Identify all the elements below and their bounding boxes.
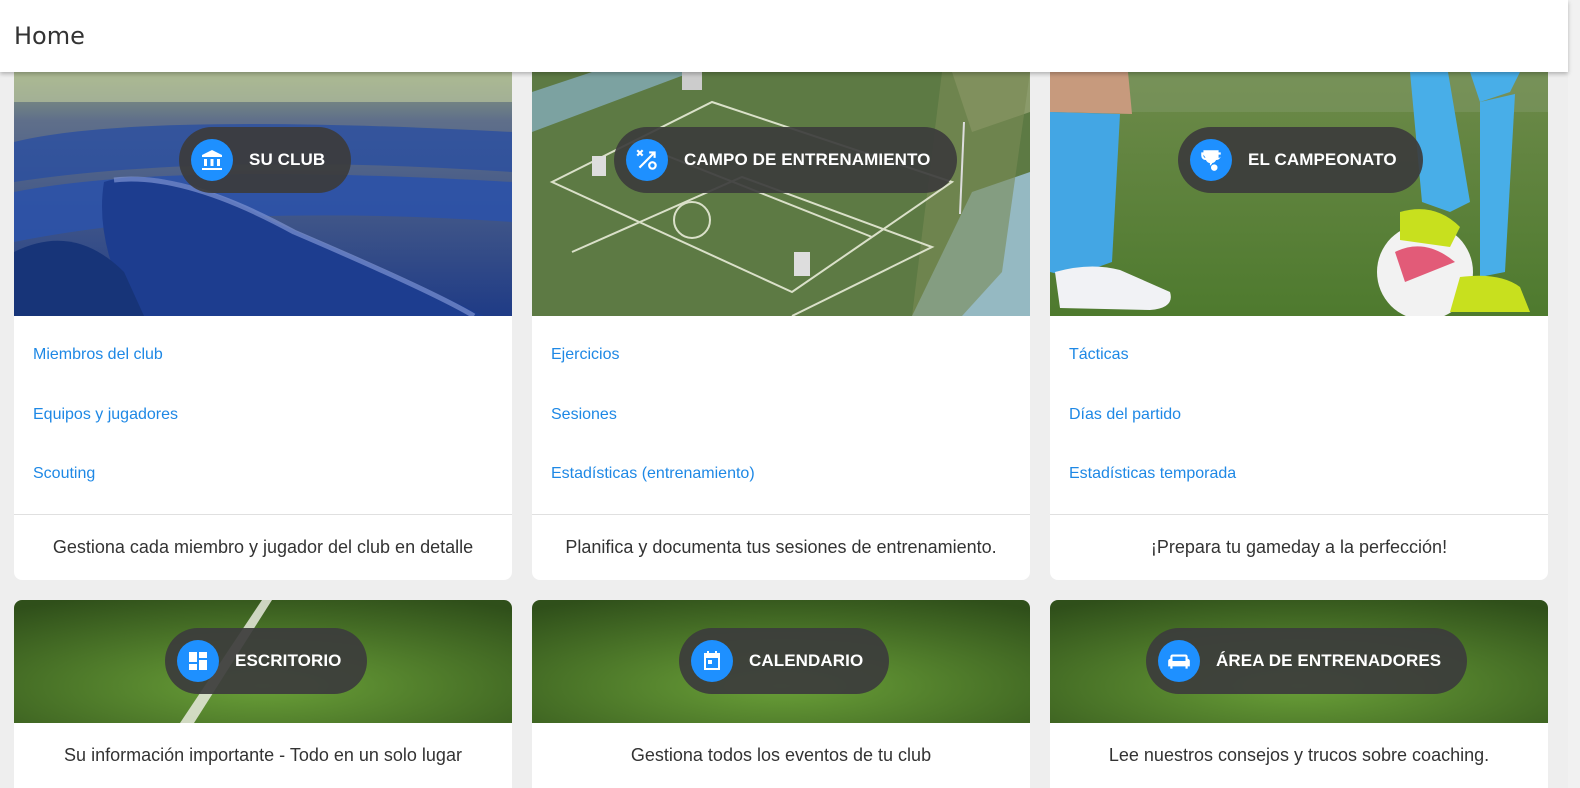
card-banner[interactable]: CALENDARIO: [532, 600, 1030, 723]
card-su-club: SU CLUB Miembros del club Equipos y juga…: [14, 72, 512, 580]
page-scrollbar[interactable]: [1568, 0, 1580, 788]
card-description: Planifica y documenta tus sesiones de en…: [565, 536, 997, 557]
link-estadisticas-entrenamiento[interactable]: Estadísticas (entrenamiento): [551, 457, 1011, 517]
sofa-icon: [1158, 640, 1200, 682]
card-banner[interactable]: CAMPO DE ENTRENAMIENTO: [532, 72, 1030, 316]
card-area-de-entrenadores: ÁREA DE ENTRENADORES Lee nuestros consej…: [1050, 600, 1548, 788]
link-miembros-del-club[interactable]: Miembros del club: [33, 338, 493, 398]
tactics-icon: [626, 139, 668, 181]
card-banner[interactable]: EL CAMPEONATO: [1050, 72, 1548, 316]
card-banner[interactable]: ÁREA DE ENTRENADORES: [1050, 600, 1548, 723]
card-escritorio: ESCRITORIO Su información importante - T…: [14, 600, 512, 788]
card-banner[interactable]: SU CLUB: [14, 72, 512, 316]
card-title-pill[interactable]: ÁREA DE ENTRENADORES: [1146, 628, 1468, 694]
link-tacticas[interactable]: Tácticas: [1069, 338, 1529, 398]
card-calendario: CALENDARIO Gestiona todos los eventos de…: [532, 600, 1030, 788]
card-links: Ejercicios Sesiones Estadísticas (entren…: [532, 316, 1030, 515]
card-title-pill[interactable]: ESCRITORIO: [165, 628, 368, 694]
card-description: Su información importante - Todo en un s…: [64, 744, 462, 765]
training-field-image: [532, 72, 1030, 316]
card-title: ÁREA DE ENTRENADORES: [1216, 651, 1442, 670]
page-title: Home: [14, 22, 85, 50]
bank-icon: [191, 139, 233, 181]
card-campo-de-entrenamiento: CAMPO DE ENTRENAMIENTO Ejercicios Sesion…: [532, 72, 1030, 580]
card-el-campeonato: EL CAMPEONATO Tácticas Días del partido …: [1050, 72, 1548, 580]
card-title-pill[interactable]: SU CLUB: [179, 127, 352, 193]
card-title-pill[interactable]: EL CAMPEONATO: [1178, 127, 1423, 193]
link-ejercicios[interactable]: Ejercicios: [551, 338, 1011, 398]
card-title-pill[interactable]: CAMPO DE ENTRENAMIENTO: [614, 127, 957, 193]
stadium-seats-image: [14, 72, 512, 316]
player-with-ball-image: [1050, 72, 1548, 316]
card-links: Miembros del club Equipos y jugadores Sc…: [14, 316, 512, 515]
calendar-icon: [691, 640, 733, 682]
link-dias-del-partido[interactable]: Días del partido: [1069, 398, 1529, 458]
card-banner[interactable]: ESCRITORIO: [14, 600, 512, 723]
link-scouting[interactable]: Scouting: [33, 457, 493, 517]
card-title: SU CLUB: [249, 150, 326, 169]
link-sesiones[interactable]: Sesiones: [551, 398, 1011, 458]
card-title: CALENDARIO: [749, 651, 864, 670]
link-equipos-y-jugadores[interactable]: Equipos y jugadores: [33, 398, 493, 458]
card-title: ESCRITORIO: [235, 651, 342, 670]
dashboard-icon: [177, 640, 219, 682]
trophy-icon: [1190, 139, 1232, 181]
top-bar: Home: [0, 0, 1568, 72]
card-title: CAMPO DE ENTRENAMIENTO: [684, 150, 931, 169]
card-description: Gestiona todos los eventos de tu club: [630, 744, 932, 765]
card-description: Lee nuestros consejos y trucos sobre coa…: [1108, 744, 1490, 765]
link-estadisticas-temporada[interactable]: Estadísticas temporada: [1069, 457, 1529, 517]
card-links: Tácticas Días del partido Estadísticas t…: [1050, 316, 1548, 515]
card-title-pill[interactable]: CALENDARIO: [679, 628, 890, 694]
card-description: ¡Prepara tu gameday a la perfección!: [1150, 536, 1448, 557]
card-description: Gestiona cada miembro y jugador del club…: [52, 536, 474, 557]
card-title: EL CAMPEONATO: [1248, 150, 1397, 169]
